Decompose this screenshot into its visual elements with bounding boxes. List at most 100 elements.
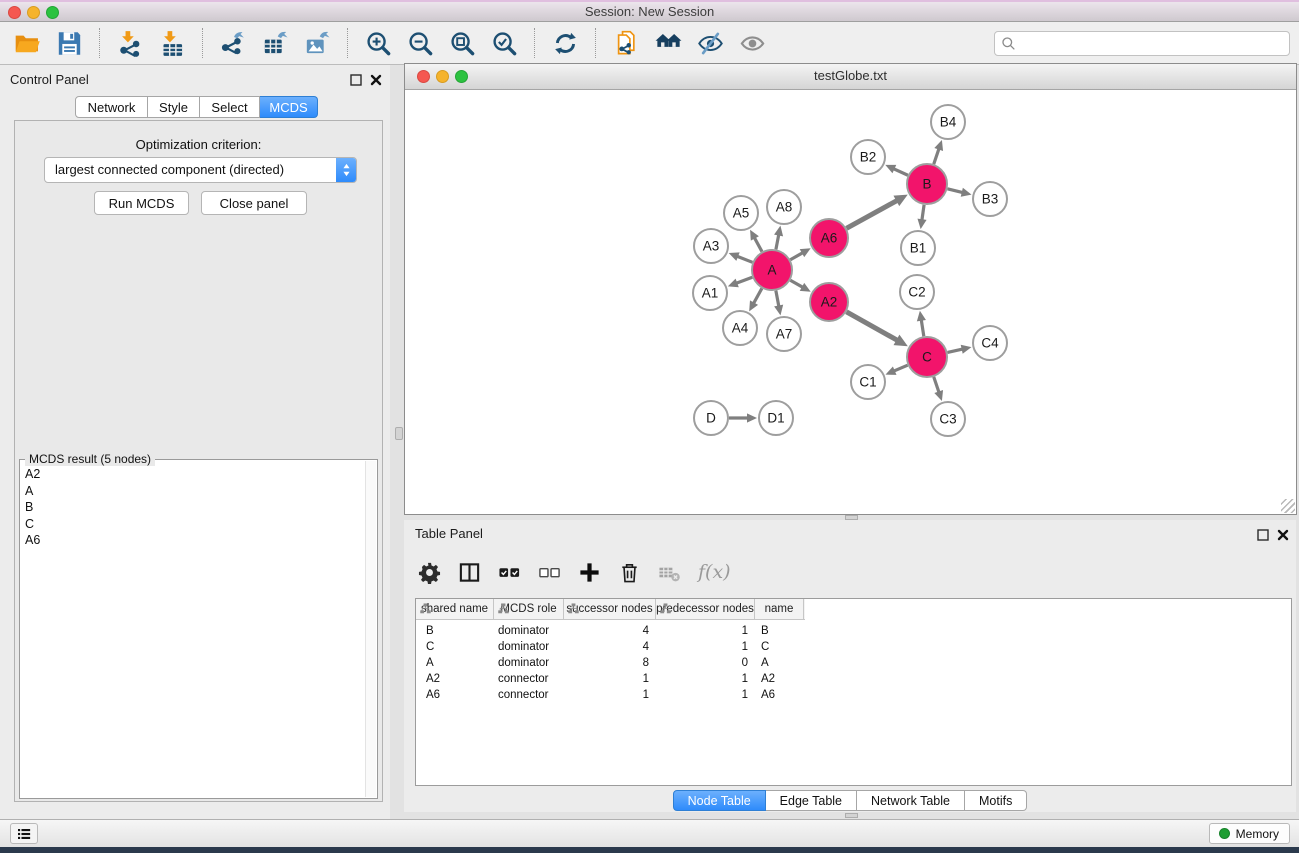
table-cell[interactable]: A6	[416, 689, 494, 701]
table-cell[interactable]: A2	[416, 673, 494, 685]
add-button[interactable]	[578, 561, 601, 584]
mcds-result-item[interactable]: A2	[20, 466, 366, 483]
delete-table-button[interactable]	[658, 561, 681, 584]
search-input[interactable]	[994, 31, 1290, 56]
float-panel-icon[interactable]	[348, 72, 363, 87]
graph-edge-A-A5[interactable]	[750, 230, 762, 252]
table-cell[interactable]: C	[416, 641, 494, 653]
float-panel-icon[interactable]	[1255, 527, 1270, 542]
task-history-button[interactable]	[10, 823, 38, 844]
tab-mcds[interactable]: MCDS	[260, 96, 318, 118]
zoom-fit-button[interactable]	[443, 25, 481, 61]
table-cell[interactable]: dominator	[494, 641, 564, 653]
graph-edge-C-C4[interactable]	[947, 345, 971, 354]
table-cell[interactable]: 1	[656, 641, 755, 653]
import-table-button[interactable]	[153, 25, 191, 61]
show-eye-button[interactable]	[733, 25, 771, 61]
table-cell[interactable]: 1	[656, 689, 755, 701]
graph-node-B2[interactable]: B2	[851, 140, 885, 174]
table-row[interactable]: A2connector11A2	[416, 671, 1291, 687]
table-cell[interactable]: 1	[564, 673, 656, 685]
network-close-button[interactable]	[417, 70, 430, 83]
criterion-dropdown[interactable]: largest connected component (directed)	[44, 157, 357, 183]
graph-edge-C-C1[interactable]	[885, 365, 907, 375]
graph-edge-C-C3[interactable]	[934, 377, 943, 401]
graph-edge-B-B4[interactable]	[934, 140, 943, 164]
table-cell[interactable]: B	[416, 625, 494, 637]
graph-node-B4[interactable]: B4	[931, 105, 965, 139]
table-cell[interactable]: 0	[656, 657, 755, 669]
table-cell[interactable]: 8	[564, 657, 656, 669]
column-header-name[interactable]: name	[755, 599, 804, 619]
graph-node-C3[interactable]: C3	[931, 402, 965, 436]
graph-node-C1[interactable]: C1	[851, 365, 885, 399]
column-header-predecessor-nodes[interactable]: predecessor nodes	[656, 599, 755, 619]
graph-node-A2[interactable]: A2	[810, 283, 848, 321]
network-minimize-button[interactable]	[436, 70, 449, 83]
graph-node-A6[interactable]: A6	[810, 219, 848, 257]
graph-node-A5[interactable]: A5	[724, 196, 758, 230]
table-cell[interactable]: A6	[755, 689, 804, 701]
memory-button[interactable]: Memory	[1209, 823, 1290, 844]
tab-motifs[interactable]: Motifs	[965, 790, 1027, 811]
graph-edge-A-A4[interactable]	[749, 288, 762, 311]
close-panel-icon[interactable]	[1275, 527, 1290, 542]
table-cell[interactable]: connector	[494, 689, 564, 701]
graph-edge-A-A7[interactable]	[774, 291, 783, 316]
network-zoom-button[interactable]	[455, 70, 468, 83]
close-panel-icon[interactable]	[368, 72, 383, 87]
mcds-result-item[interactable]: A6	[20, 532, 366, 549]
tab-edge-table[interactable]: Edge Table	[766, 790, 857, 811]
graph-edge-B-B2[interactable]	[885, 165, 908, 175]
zoom-in-button[interactable]	[359, 25, 397, 61]
home-button[interactable]	[649, 25, 687, 61]
graph-node-A[interactable]: A	[752, 250, 792, 290]
vertical-scroll-thumb[interactable]	[395, 427, 403, 440]
tab-network-table[interactable]: Network Table	[857, 790, 965, 811]
window-minimize-button[interactable]	[27, 6, 40, 19]
deselect-all-button[interactable]	[538, 561, 561, 584]
graph-edge-A-A2[interactable]	[790, 280, 810, 291]
tab-node-table[interactable]: Node Table	[673, 790, 766, 811]
table-row[interactable]: Cdominator41C	[416, 639, 1291, 655]
network-canvas[interactable]: B4B2BB3A8A5A6A3B1AA1C2A2A4A7C4CC1C3DD1	[405, 90, 1296, 514]
select-all-button[interactable]	[498, 561, 521, 584]
window-close-button[interactable]	[8, 6, 21, 19]
graph-edge-A-A8[interactable]	[774, 226, 783, 250]
table-cell[interactable]: 4	[564, 625, 656, 637]
graph-edge-D-D1[interactable]	[729, 413, 757, 422]
graph-node-C4[interactable]: C4	[973, 326, 1007, 360]
save-button[interactable]	[50, 25, 88, 61]
graph-node-B3[interactable]: B3	[973, 182, 1007, 216]
table-cell[interactable]: B	[755, 625, 804, 637]
run-mcds-button[interactable]: Run MCDS	[94, 191, 189, 215]
window-zoom-button[interactable]	[46, 6, 59, 19]
mcds-result-item[interactable]: A	[20, 483, 366, 500]
mcds-result-item[interactable]: C	[20, 516, 366, 533]
new-session-network-button[interactable]	[607, 25, 645, 61]
graph-node-C2[interactable]: C2	[900, 275, 934, 309]
network-graph[interactable]: B4B2BB3A8A5A6A3B1AA1C2A2A4A7C4CC1C3DD1	[405, 90, 1296, 515]
graph-node-A7[interactable]: A7	[767, 317, 801, 351]
table-cell[interactable]: A2	[755, 673, 804, 685]
table-cell[interactable]: dominator	[494, 625, 564, 637]
hide-unselected-button[interactable]	[691, 25, 729, 61]
tab-style[interactable]: Style	[148, 96, 200, 118]
table-cell[interactable]: 4	[564, 641, 656, 653]
close-panel-button[interactable]: Close panel	[201, 191, 307, 215]
graph-node-A8[interactable]: A8	[767, 190, 801, 224]
dropdown-stepper-icon[interactable]	[336, 158, 356, 182]
graph-edge-C-C2[interactable]	[917, 311, 926, 336]
resize-grip[interactable]	[1281, 499, 1295, 513]
table-cell[interactable]: A	[416, 657, 494, 669]
table-cell[interactable]: 1	[656, 673, 755, 685]
table-cell[interactable]: A	[755, 657, 804, 669]
table-cell[interactable]: 1	[564, 689, 656, 701]
mcds-result-item[interactable]: B	[20, 499, 366, 516]
table-cell[interactable]: 1	[656, 625, 755, 637]
graph-edge-A2-C[interactable]	[846, 312, 907, 346]
graph-edge-B-B3[interactable]	[947, 188, 971, 197]
import-network-button[interactable]	[111, 25, 149, 61]
graph-node-D1[interactable]: D1	[759, 401, 793, 435]
column-header-MCDS-role[interactable]: MCDS role	[494, 599, 564, 619]
